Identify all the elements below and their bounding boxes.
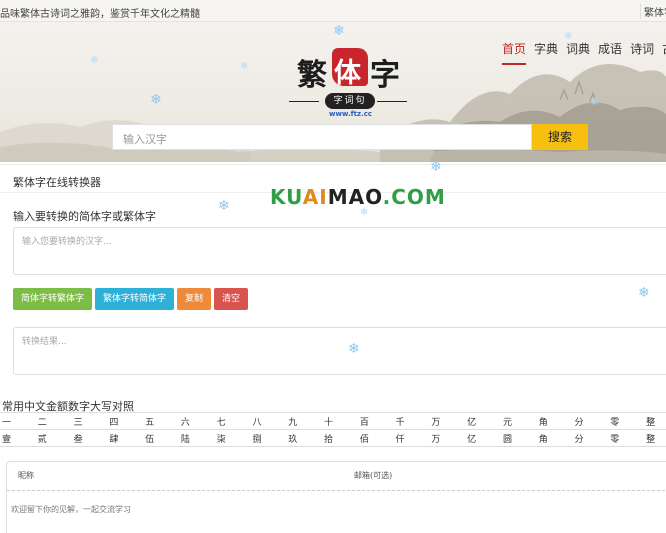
source-textarea[interactable]: 输入您要转换的汉字...: [13, 227, 666, 275]
table-cell: 四: [107, 412, 144, 430]
table-cell: 亿: [465, 412, 501, 430]
table-cell: 拾: [322, 429, 358, 447]
nickname-field[interactable]: 昵称: [18, 470, 34, 481]
table-cell: 柒: [214, 429, 251, 447]
logo-red-seal: 体: [332, 48, 368, 89]
table-cell: 六: [178, 412, 215, 430]
logo-char-3: 字: [370, 58, 400, 93]
money-numeral-table: 一 二 三 四 五 六 七 八 九 十 百 千 万 亿 元 角 分 零 整 壹 …: [0, 412, 666, 447]
snowflake-icon: ❄: [218, 198, 230, 214]
table-cell: 二: [35, 412, 72, 430]
site-slogan: 品味繁体古诗词之雅韵，鉴赏千年文化之精髓: [0, 9, 200, 20]
table-cell: 亿: [465, 429, 501, 447]
table-cell: 分: [572, 429, 609, 447]
table-cell: 七: [214, 412, 251, 430]
snowflake-icon: ❄: [348, 341, 360, 357]
table-cell: 零: [608, 429, 645, 447]
table-cell: 捌: [250, 429, 287, 447]
input-label: 输入要转换的简体字或繁体字: [13, 210, 156, 223]
copy-button[interactable]: 复制: [177, 288, 212, 310]
to-traditional-button[interactable]: 简体字转繁体字: [13, 288, 93, 310]
table-cell: 陆: [178, 429, 215, 447]
hero-banner: 繁 体 字 字词句 www.ftz.cc 首页字典词典成语诗词古 输入汉字 搜索: [0, 22, 666, 162]
table-cell: 万: [429, 412, 466, 430]
top-right-link[interactable]: 繁体字: [640, 4, 666, 19]
snowflake-icon: ❄: [638, 285, 650, 301]
table-cell: 五: [143, 412, 179, 430]
table-cell: 一: [0, 412, 36, 430]
converter-panel: 繁体字在线转换器 KUAIMAO.COM 输入要转换的简体字或繁体字 输入您要转…: [0, 164, 666, 394]
nav-item-word-dictionary[interactable]: 词典: [566, 40, 590, 63]
search-bar: 输入汉字 搜索: [112, 124, 588, 150]
logo-domain: www.ftz.cc: [329, 110, 373, 118]
table-cell: 伍: [143, 429, 179, 447]
logo-char-2: 体: [334, 58, 361, 89]
table-row-upper: 壹 贰 叁 肆 伍 陆 柒 捌 玖 拾 佰 仟 万 亿 圆 角 分 零 整: [0, 429, 666, 447]
table-cell: 八: [250, 412, 287, 430]
table-cell: 玖: [286, 429, 323, 447]
table-cell: 零: [608, 412, 645, 430]
snowflake-icon: ❄: [564, 31, 573, 42]
table-cell: 百: [357, 412, 394, 430]
table-cell: 佰: [357, 429, 394, 447]
nav-item-poetry[interactable]: 诗词: [630, 40, 654, 63]
table-cell: 元: [500, 412, 537, 430]
table-cell: 仟: [393, 429, 430, 447]
watermark-logo: KUAIMAO.COM: [270, 185, 446, 209]
logo-line-right: [377, 101, 407, 102]
table-cell: 整: [644, 429, 666, 447]
table-cell: 壹: [0, 429, 36, 447]
clear-button[interactable]: 清空: [214, 288, 249, 310]
comment-textarea[interactable]: 欢迎留下你的见解，一起交流学习: [11, 504, 131, 515]
table-row-lower: 一 二 三 四 五 六 七 八 九 十 百 千 万 亿 元 角 分 零 整: [0, 412, 666, 430]
nav-item-ancient[interactable]: 古: [662, 40, 666, 63]
top-bar: 品味繁体古诗词之雅韵，鉴赏千年文化之精髓 繁体字: [0, 0, 666, 22]
table-cell: 叁: [71, 429, 108, 447]
logo-char-1: 繁: [297, 58, 327, 93]
snowflake-icon: ❄: [90, 55, 99, 66]
result-textarea[interactable]: 转换结果...: [13, 327, 666, 375]
table-cell: 万: [429, 429, 466, 447]
table-cell: 肆: [107, 429, 144, 447]
table-cell: 十: [322, 412, 358, 430]
snowflake-icon: ❄: [430, 159, 442, 175]
to-simplified-button[interactable]: 繁体字转简体字: [95, 288, 175, 310]
table-cell: 角: [536, 429, 573, 447]
table-cell: 三: [71, 412, 108, 430]
nav-item-dictionary[interactable]: 字典: [534, 40, 558, 63]
snowflake-icon: ❄: [240, 61, 249, 72]
search-button[interactable]: 搜索: [532, 124, 588, 150]
email-field[interactable]: 邮箱(可选): [354, 470, 392, 481]
table-cell: 整: [644, 412, 666, 430]
table-cell: 千: [393, 412, 430, 430]
main-nav: 首页字典词典成语诗词古: [502, 40, 666, 65]
nav-item-home[interactable]: 首页: [502, 40, 527, 65]
snowflake-icon: ❄: [360, 207, 369, 218]
table-cell: 贰: [35, 429, 72, 447]
converter-actions: 简体字转繁体字 繁体字转简体字 复制 清空: [13, 286, 251, 310]
snowflake-icon: ❄: [590, 97, 599, 108]
snowflake-icon: ❄: [150, 92, 162, 108]
logo-subtitle-badge: 字词句: [325, 93, 375, 109]
nav-item-idioms[interactable]: 成语: [598, 40, 622, 63]
table-cell: 角: [536, 412, 573, 430]
comment-form: 昵称 邮箱(可选) 欢迎留下你的见解，一起交流学习: [6, 461, 666, 533]
search-input[interactable]: 输入汉字: [112, 124, 532, 150]
logo-line-left: [289, 101, 319, 102]
table-cell: 圆: [500, 429, 537, 447]
comment-divider: [7, 490, 666, 491]
table-cell: 九: [286, 412, 323, 430]
table-cell: 分: [572, 412, 609, 430]
snowflake-icon: ❄: [333, 23, 345, 39]
